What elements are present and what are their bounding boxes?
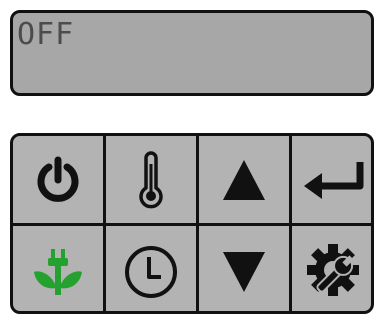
enter-button[interactable] (292, 136, 371, 223)
triangle-up-icon (223, 159, 265, 200)
controller-panel: OFF (0, 0, 378, 316)
thermometer-icon (139, 150, 163, 208)
triangle-down-icon (223, 251, 265, 292)
eco-button[interactable] (13, 226, 103, 311)
power-button[interactable] (13, 136, 103, 223)
gear-wrench-icon (306, 243, 359, 296)
up-button[interactable] (199, 136, 289, 223)
keypad (10, 133, 374, 314)
status-display: OFF (10, 10, 374, 96)
timer-button[interactable] (106, 226, 196, 311)
enter-arrow-icon (303, 161, 363, 199)
display-text: OFF (17, 17, 75, 52)
plant-plug-icon (34, 248, 82, 295)
down-button[interactable] (199, 226, 289, 311)
power-icon (37, 156, 79, 202)
settings-button[interactable] (292, 226, 371, 311)
clock-icon (125, 245, 177, 298)
temperature-button[interactable] (106, 136, 196, 223)
